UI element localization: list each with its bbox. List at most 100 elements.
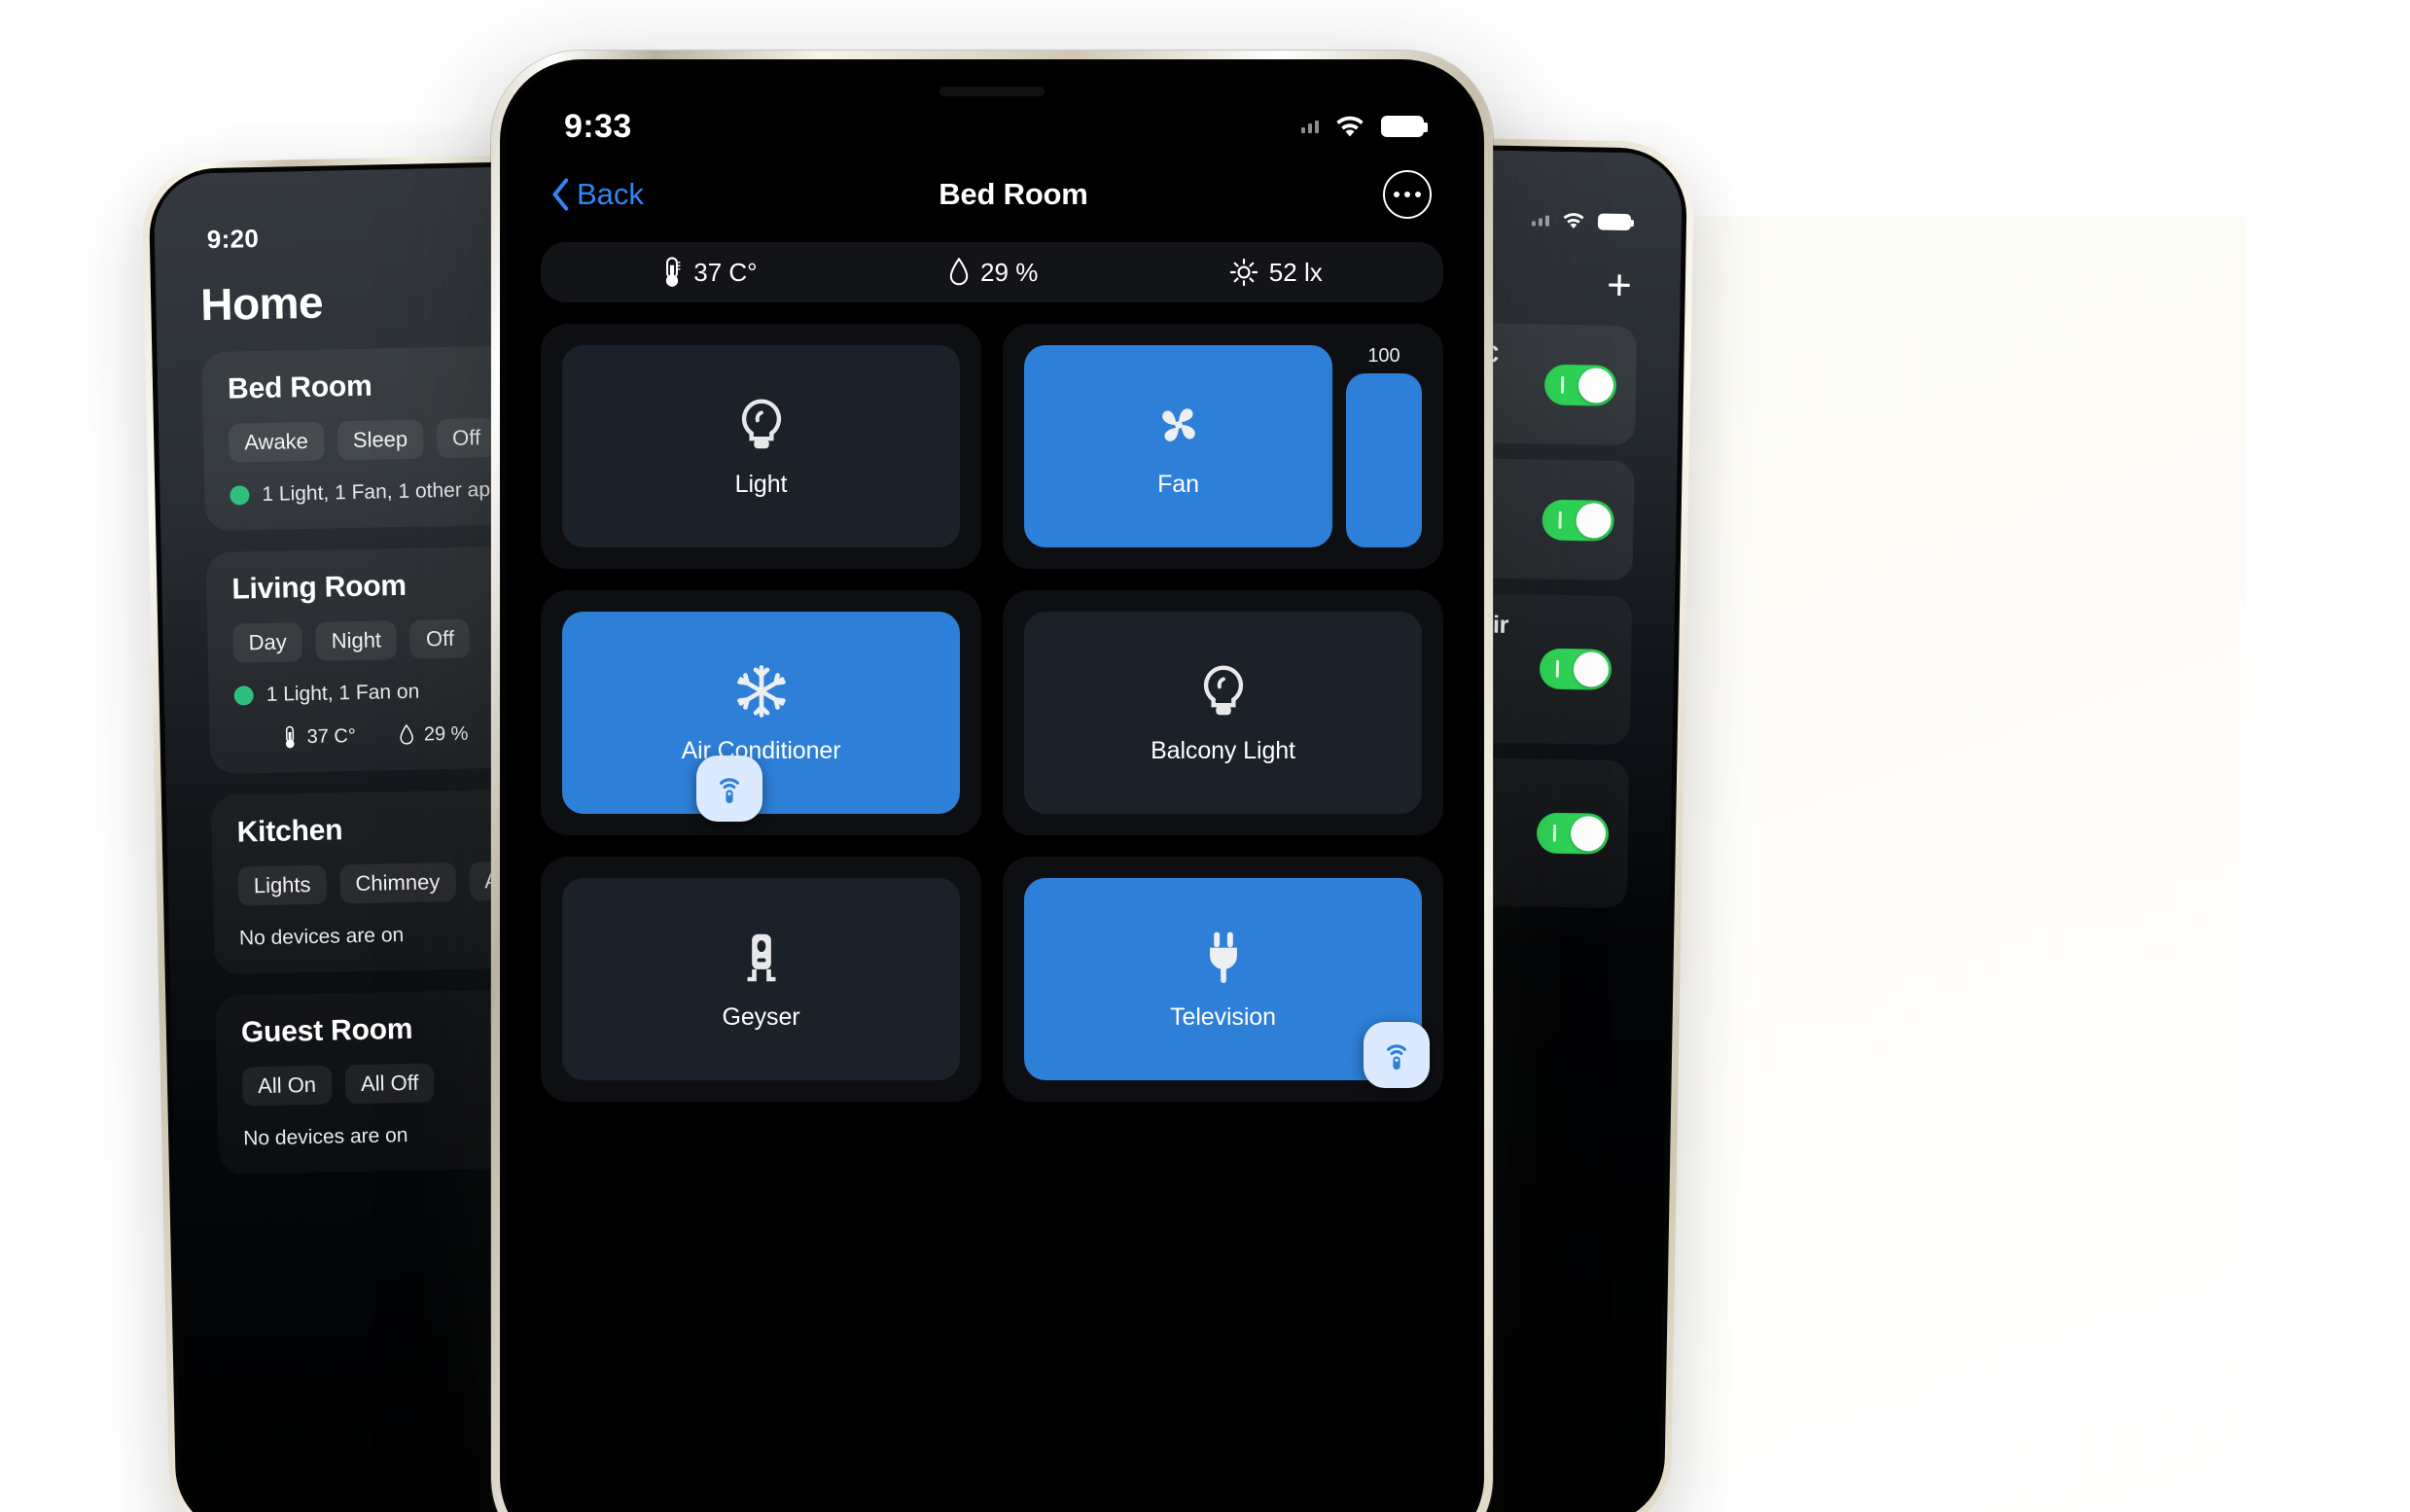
device-tile-body[interactable]: Fan <box>1024 345 1332 547</box>
nav-bar: Back Bed Room <box>506 158 1478 234</box>
back-button[interactable]: Back <box>550 177 644 212</box>
sensor-value: 29 % <box>980 257 1039 287</box>
brightness-icon <box>1229 258 1258 287</box>
scene-chip[interactable]: Day <box>232 622 303 663</box>
fan-speed-value: 100 <box>1367 345 1400 367</box>
scene-chip[interactable]: All On <box>241 1065 333 1107</box>
earpiece-speaker <box>939 87 1045 96</box>
bulb-icon <box>741 399 781 448</box>
status-icons <box>1531 210 1632 231</box>
sensor-value: 37 C° <box>693 257 758 287</box>
phone-center-bedroom: 9:33 Back Bed Room 37 C° 29 % 52 lx Ligh… <box>491 51 1493 1512</box>
geyser-icon <box>747 933 775 981</box>
remote-icon <box>1387 1044 1406 1070</box>
room-status-text: 1 Light, 1 Fan on <box>266 680 420 706</box>
sensor-summary-bar: 37 C° 29 % 52 lx <box>541 242 1443 302</box>
snowflake-icon <box>736 664 786 718</box>
automation-toggle[interactable] <box>1539 648 1613 691</box>
device-tile-television[interactable]: Television <box>1003 857 1443 1102</box>
device-tile-body[interactable]: Balcony Light <box>1024 612 1422 814</box>
more-options-button[interactable] <box>1382 170 1432 219</box>
nav-title: Bed Room <box>939 177 1088 211</box>
device-label: Fan <box>1157 470 1199 498</box>
sensor-humidity: 29 % <box>399 722 469 747</box>
battery-icon <box>1381 116 1428 137</box>
automation-toggle[interactable] <box>1536 812 1610 855</box>
status-icons <box>1301 114 1428 139</box>
device-grid: Light Fan 100 Air Conditioner Balcony Li… <box>541 324 1443 1102</box>
remote-badge-button[interactable] <box>1364 1022 1430 1088</box>
scene-chip[interactable]: Chimney <box>339 861 456 904</box>
scene-chip[interactable]: Sleep <box>337 419 424 461</box>
cellular-icon <box>1301 120 1319 133</box>
scene-chip[interactable]: Lights <box>237 864 327 906</box>
sensor-humidity: 29 % <box>948 258 1038 288</box>
remote-icon <box>720 778 739 803</box>
status-dot-icon <box>230 485 250 506</box>
toggle-tick-icon <box>1558 510 1562 529</box>
room-status-text: No devices are on <box>243 1123 408 1150</box>
device-tile-body[interactable]: Geyser <box>562 878 960 1080</box>
toggle-knob <box>1577 367 1614 404</box>
phone-screen: 9:33 Back Bed Room 37 C° 29 % 52 lx Ligh… <box>506 65 1478 1512</box>
room-status-text: No devices are on <box>238 924 405 950</box>
sensor-temperature: 37 C° <box>661 257 758 288</box>
humidity-icon <box>400 723 414 745</box>
device-area: 37 C° 29 % 52 lx Light Fan 100 Air Condi… <box>506 234 1478 1512</box>
device-tile-fan[interactable]: Fan 100 <box>1003 324 1443 569</box>
wifi-icon <box>1563 213 1584 229</box>
fan-speed-slider[interactable]: 100 <box>1346 345 1422 547</box>
scene-chip[interactable]: Off <box>436 417 497 459</box>
page-title: Home <box>199 276 324 331</box>
status-time: 9:33 <box>564 107 632 145</box>
device-label: Television <box>1170 1002 1276 1031</box>
sensor-value: 52 lx <box>1268 257 1323 287</box>
bulb-icon <box>1203 665 1243 715</box>
more-dot <box>1393 192 1400 197</box>
device-label: Balcony Light <box>1151 736 1295 764</box>
device-label: Geyser <box>722 1002 800 1031</box>
scene-chip[interactable]: Off <box>409 618 471 659</box>
device-label: Light <box>734 470 788 498</box>
chevron-left-icon <box>552 178 569 211</box>
toggle-knob <box>1570 815 1607 852</box>
toggle-tick-icon <box>1560 375 1565 394</box>
plug-icon <box>1209 932 1237 983</box>
status-dot-icon <box>233 686 254 706</box>
scene-chip[interactable]: All Off <box>344 1063 435 1105</box>
sensor-value: 37 C° <box>306 724 357 748</box>
device-tile-body[interactable]: Television <box>1024 878 1422 1080</box>
device-tile-balcony-light[interactable]: Balcony Light <box>1003 590 1443 835</box>
toggle-tick-icon <box>1552 824 1557 842</box>
automation-toggle[interactable] <box>1543 364 1617 406</box>
battery-icon <box>1597 212 1632 230</box>
automation-toggle[interactable] <box>1542 499 1614 542</box>
more-dot <box>1414 192 1421 197</box>
toggle-tick-icon <box>1555 660 1560 679</box>
sensor-brightness: 52 lx <box>1229 258 1323 288</box>
thermometer-icon <box>666 257 681 287</box>
back-label: Back <box>577 177 644 211</box>
bedroom-detail-screen: 9:33 Back Bed Room 37 C° 29 % 52 lx Ligh… <box>506 65 1478 1512</box>
scene-chip[interactable]: Awake <box>228 421 325 463</box>
toggle-knob <box>1573 651 1610 688</box>
device-tile-air-conditioner[interactable]: Air Conditioner <box>541 590 981 835</box>
more-dot <box>1403 192 1410 197</box>
scene-chip[interactable]: Night <box>315 620 398 661</box>
cellular-icon <box>1531 215 1550 227</box>
device-tile-light[interactable]: Light <box>541 324 981 569</box>
thermometer-icon <box>285 725 295 749</box>
remote-badge-button[interactable] <box>696 756 762 822</box>
device-tile-geyser[interactable]: Geyser <box>541 857 981 1102</box>
showcase-stage: 9:20 Home Home <box>0 0 2410 1512</box>
slider-track[interactable] <box>1346 373 1422 547</box>
toggle-knob <box>1576 502 1612 539</box>
humidity-icon <box>949 258 969 286</box>
fan-icon <box>1161 407 1195 441</box>
sensor-temperature: 37 C° <box>281 724 356 750</box>
add-automation-button[interactable]: + <box>1607 262 1633 309</box>
device-tile-body[interactable]: Light <box>562 345 960 547</box>
sensor-value: 29 % <box>423 722 469 746</box>
wifi-icon <box>1336 116 1364 137</box>
status-time: 9:20 <box>206 223 260 254</box>
